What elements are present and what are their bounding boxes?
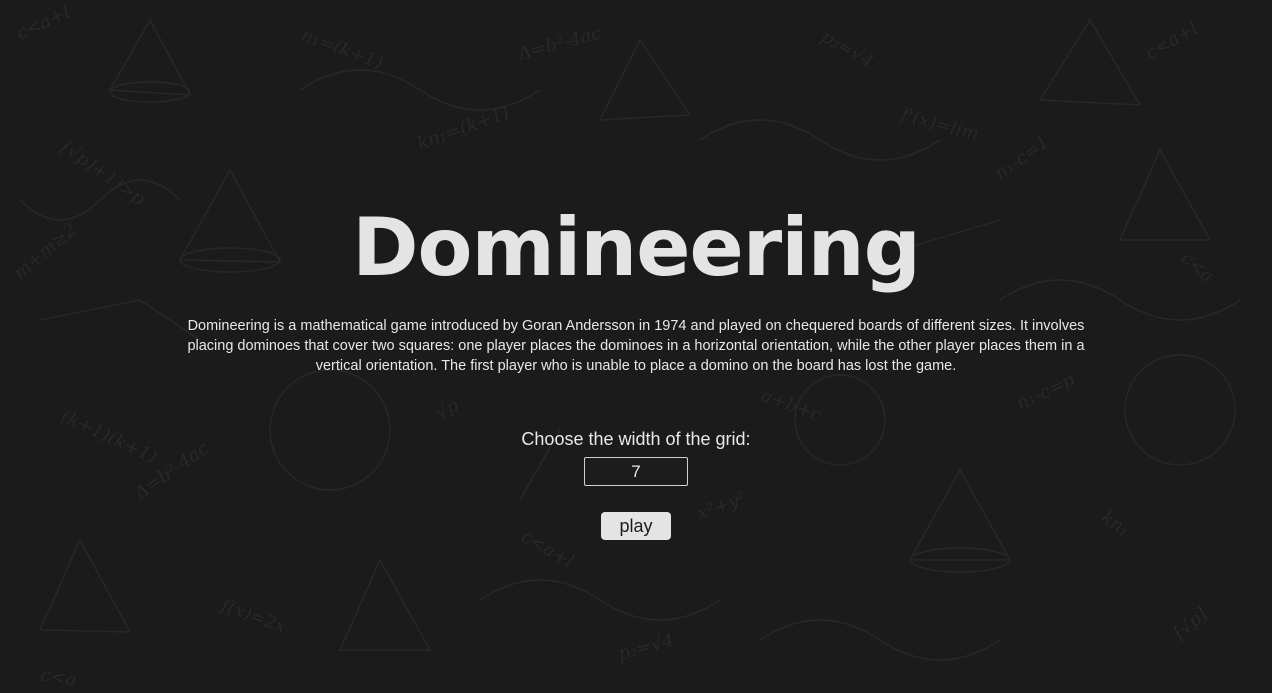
play-button[interactable]: play [601, 512, 671, 540]
page-title: Domineering [352, 201, 921, 294]
game-description: Domineering is a mathematical game intro… [187, 318, 1085, 374]
main-content: Domineering Domineering is a mathematica… [0, 0, 1272, 693]
grid-width-input[interactable] [584, 457, 688, 486]
grid-width-label: Choose the width of the grid: [521, 429, 751, 449]
